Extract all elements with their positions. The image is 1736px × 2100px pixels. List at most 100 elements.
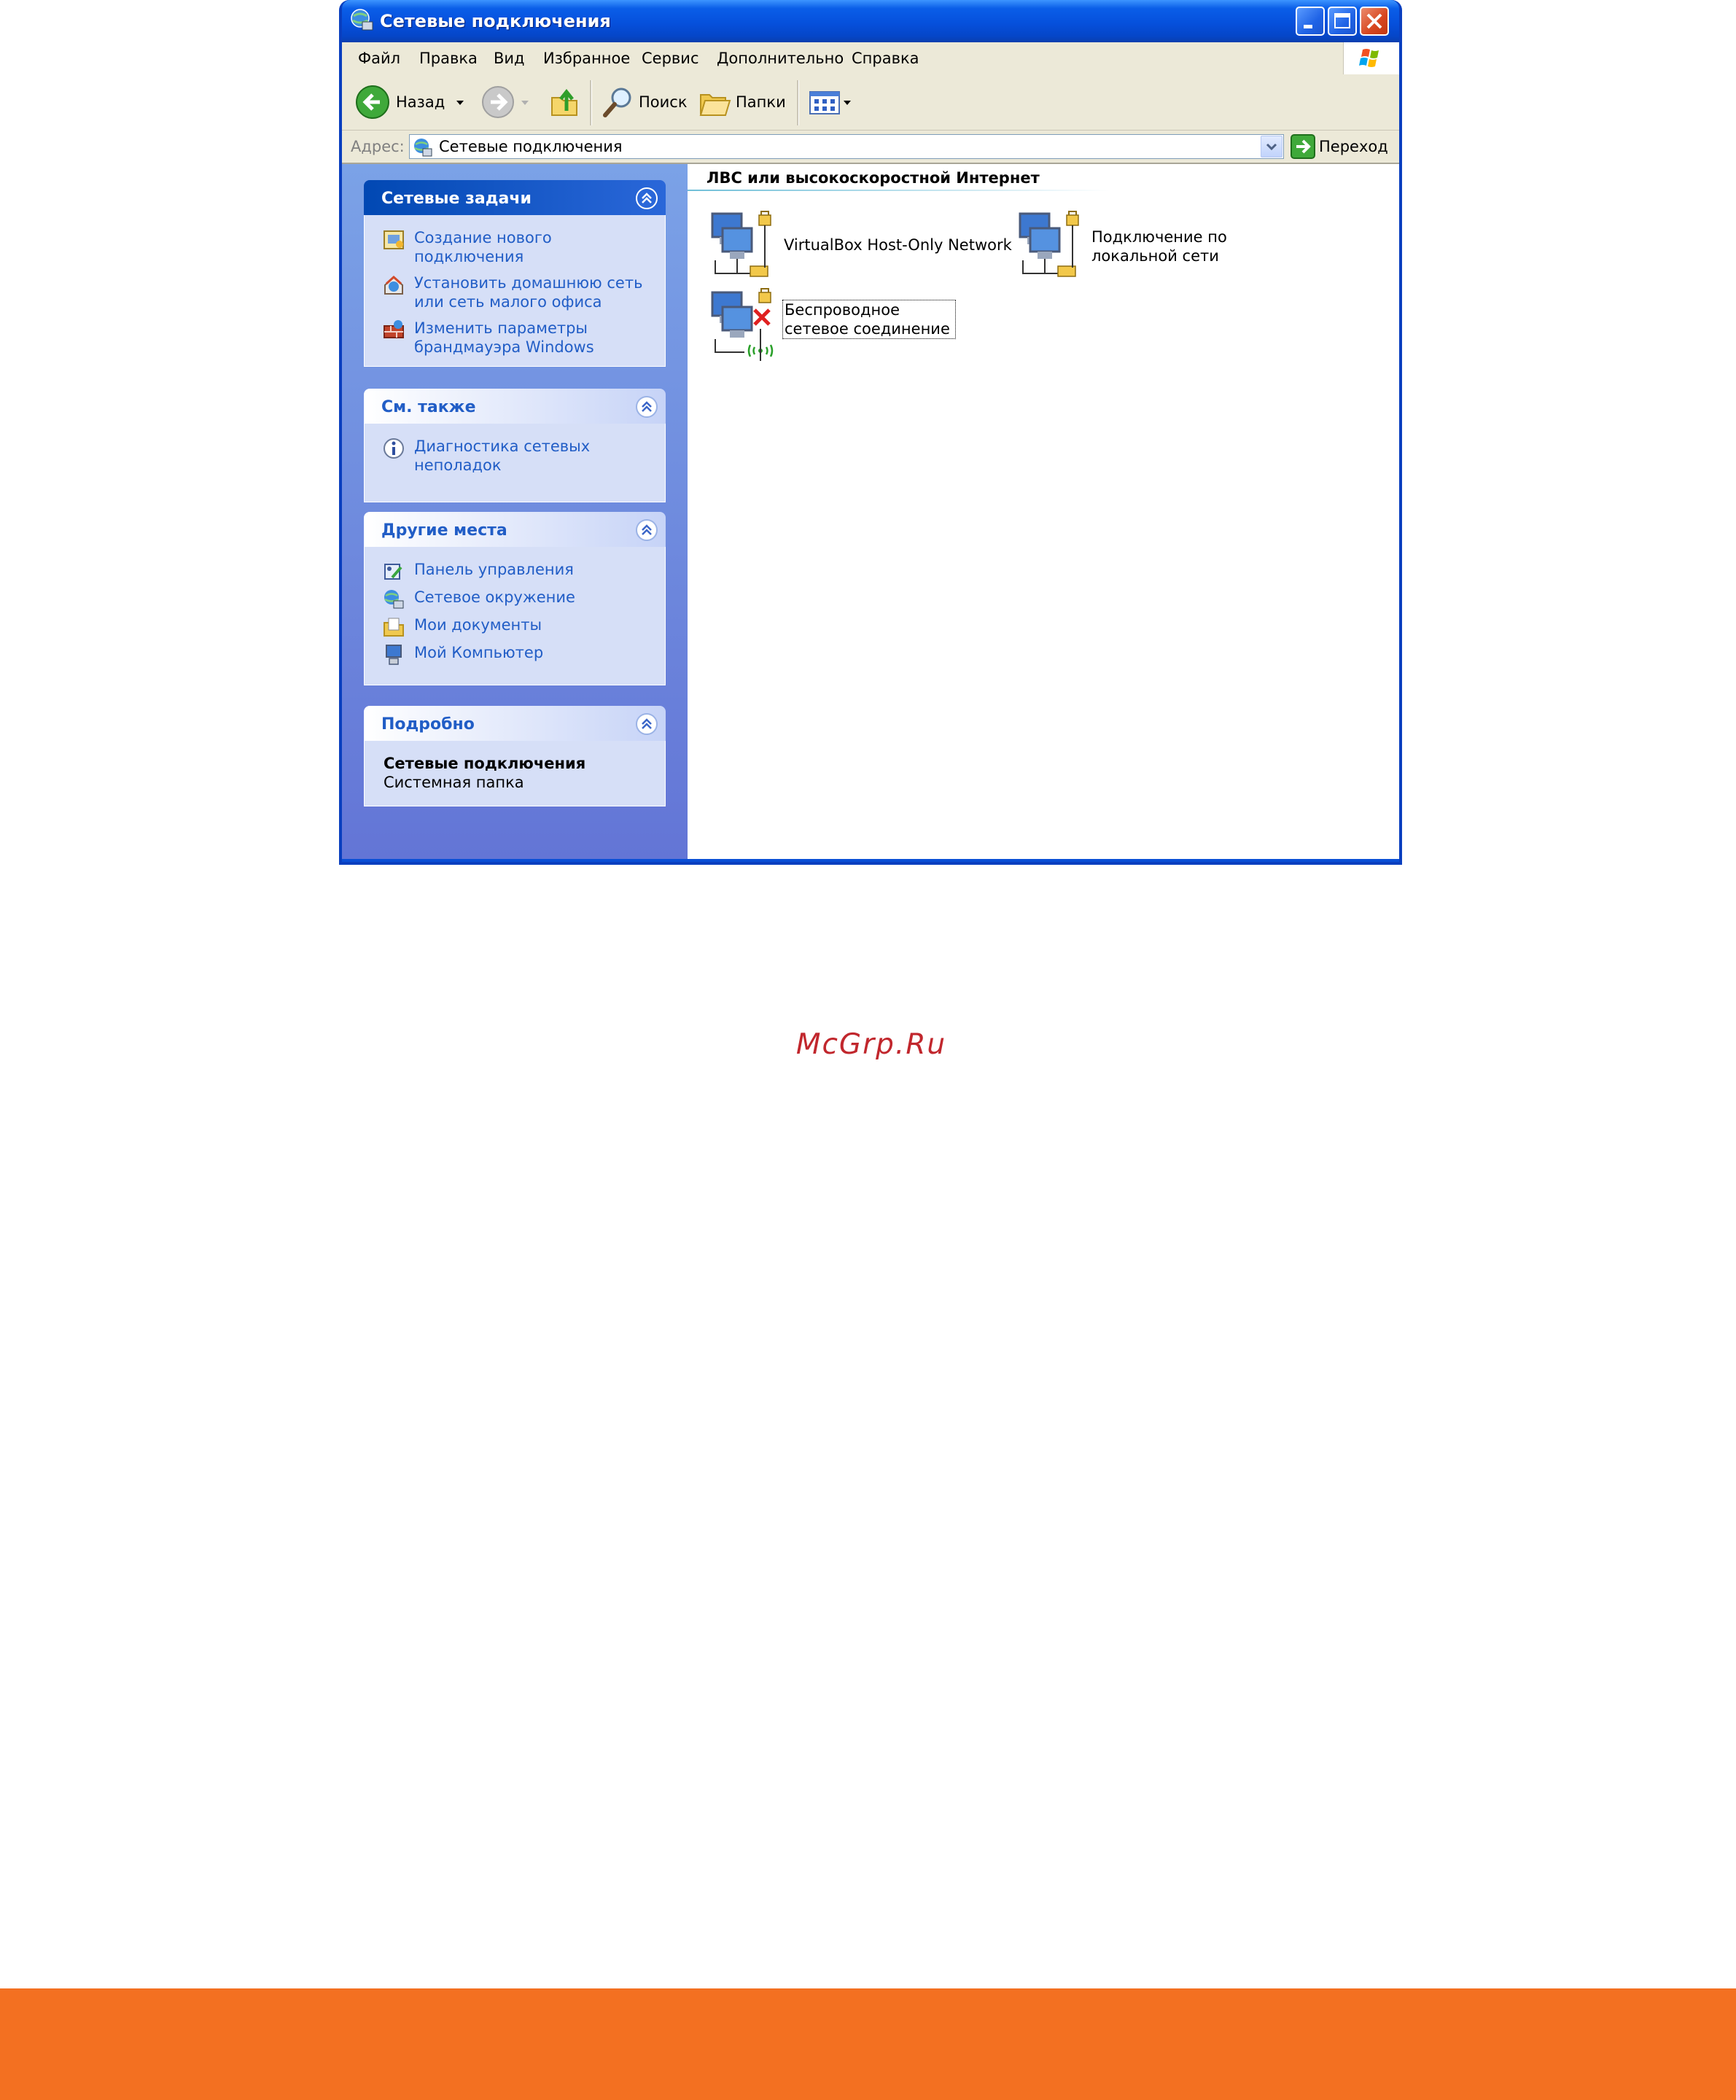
other-places-header[interactable]: Другие места bbox=[364, 512, 666, 547]
folders-button[interactable]: Папки bbox=[698, 82, 788, 122]
connection-wireless[interactable]: Беспроводное сетевое соединение bbox=[708, 288, 1014, 361]
network-places-icon bbox=[384, 590, 404, 609]
details-type: Системная папка bbox=[384, 774, 524, 791]
forward-button[interactable] bbox=[480, 82, 533, 122]
views-icon bbox=[809, 91, 851, 114]
menu-file[interactable]: Файл bbox=[358, 42, 400, 74]
address-label: Адрес: bbox=[351, 138, 405, 155]
connection-label-selected: Беспроводное сетевое соединение bbox=[782, 300, 956, 339]
views-button[interactable] bbox=[807, 82, 858, 122]
windows-flag-icon bbox=[1359, 49, 1379, 67]
title-bar[interactable]: Сетевые подключения bbox=[342, 0, 1399, 42]
details-title: Подробно bbox=[381, 715, 475, 734]
connection-local-area[interactable]: Подключение по локальной сети bbox=[1016, 209, 1358, 282]
close-button[interactable] bbox=[1360, 7, 1389, 36]
new-connection-icon bbox=[384, 230, 404, 249]
my-computer-icon bbox=[386, 645, 402, 665]
menu-view[interactable]: Вид bbox=[494, 42, 525, 74]
collapse-icon[interactable] bbox=[635, 395, 658, 419]
control-panel-label: Панель управления bbox=[414, 561, 574, 578]
group-divider bbox=[688, 190, 1110, 191]
network-tasks-title: Сетевые задачи bbox=[381, 190, 532, 208]
firewall-icon bbox=[384, 320, 404, 338]
menu-advanced[interactable]: Дополнительно bbox=[717, 42, 844, 74]
back-dropdown-icon[interactable] bbox=[453, 82, 467, 122]
search-button[interactable]: Поиск bbox=[601, 82, 688, 122]
address-bar: Адрес: Сетевые подключения Переход bbox=[342, 131, 1399, 164]
network-places-label: Сетевое окружение bbox=[414, 588, 575, 606]
see-also-title: См. также bbox=[381, 398, 476, 416]
see-also-panel: См. также Диагностика сетевых неполадок bbox=[364, 389, 666, 502]
other-places-body: Панель управления Сетевое окружение Мои … bbox=[364, 547, 666, 685]
connection-virtualbox[interactable]: VirtualBox Host-Only Network bbox=[708, 209, 1014, 282]
see-also-header[interactable]: См. также bbox=[364, 389, 666, 424]
back-label: Назад bbox=[396, 93, 445, 111]
chevron-down-icon bbox=[1266, 143, 1277, 151]
details-body: Сетевые подключения Системная папка bbox=[364, 741, 666, 806]
search-icon bbox=[603, 88, 631, 117]
folders-icon bbox=[699, 94, 731, 116]
toolbar-separator bbox=[590, 80, 592, 125]
connection-label: Подключение по локальной сети bbox=[1091, 228, 1227, 265]
menu-tools[interactable]: Сервис bbox=[642, 42, 698, 74]
close-icon bbox=[1366, 13, 1382, 29]
menu-help[interactable]: Справка bbox=[852, 42, 919, 74]
wireless-connection-disabled-icon bbox=[711, 288, 774, 361]
menu-bar: Файл Правка Вид Избранное Сервис Дополни… bbox=[342, 42, 1399, 75]
task-pane: Сетевые задачи Создание нового подключен… bbox=[342, 164, 688, 859]
back-arrow-icon bbox=[356, 85, 389, 119]
details-header[interactable]: Подробно bbox=[364, 706, 666, 741]
home-network-label: Установить домашнюю сеть или сеть малого… bbox=[414, 274, 643, 311]
other-places-panel: Другие места Панель управления Сетевое о… bbox=[364, 512, 666, 685]
control-panel-icon bbox=[384, 564, 402, 580]
lan-connection-icon bbox=[1019, 211, 1079, 277]
create-connection-label: Создание нового подключения bbox=[414, 229, 552, 265]
maximize-button[interactable] bbox=[1328, 7, 1357, 36]
home-network-link[interactable]: Установить домашнюю сеть или сеть малого… bbox=[365, 273, 665, 311]
network-tasks-panel: Сетевые задачи Создание нового подключен… bbox=[364, 180, 666, 367]
see-also-body: Диагностика сетевых неполадок bbox=[364, 424, 666, 502]
collapse-icon[interactable] bbox=[635, 187, 658, 210]
go-button[interactable]: Переход bbox=[1290, 131, 1388, 163]
search-label: Поиск bbox=[639, 93, 688, 111]
my-computer-link[interactable]: Мой Компьютер bbox=[365, 643, 665, 665]
content-area: ЛВС или высокоскоростной Интернет Virtua… bbox=[688, 164, 1399, 859]
network-tasks-header[interactable]: Сетевые задачи bbox=[364, 180, 666, 215]
network-diagnostics-link[interactable]: Диагностика сетевых неполадок bbox=[365, 437, 665, 475]
home-network-icon bbox=[384, 275, 403, 295]
folders-label: Папки bbox=[736, 93, 786, 111]
network-tasks-body: Создание нового подключения Установить д… bbox=[364, 215, 666, 367]
create-connection-link[interactable]: Создание нового подключения bbox=[365, 228, 665, 266]
toolbar-separator bbox=[797, 80, 799, 125]
collapse-icon[interactable] bbox=[635, 712, 658, 736]
up-folder-icon bbox=[551, 88, 577, 116]
my-documents-icon bbox=[384, 618, 404, 637]
firewall-settings-link[interactable]: Изменить параметры брандмауэра Windows bbox=[365, 319, 665, 357]
network-places-link[interactable]: Сетевое окружение bbox=[365, 588, 665, 609]
details-name: Сетевые подключения bbox=[384, 755, 586, 772]
info-icon bbox=[384, 438, 404, 459]
group-header: ЛВС или высокоскоростной Интернет bbox=[707, 169, 1040, 187]
explorer-window: Сетевые подключения Файл Правка Вид Избр… bbox=[339, 0, 1402, 865]
menu-favorites[interactable]: Избранное bbox=[543, 42, 630, 74]
control-panel-link[interactable]: Панель управления bbox=[365, 560, 665, 580]
firewall-settings-label: Изменить параметры брандмауэра Windows bbox=[414, 319, 594, 356]
network-connections-icon bbox=[414, 139, 432, 157]
network-diagnostics-label: Диагностика сетевых неполадок bbox=[414, 438, 591, 474]
connection-label: VirtualBox Host-Only Network bbox=[784, 236, 1012, 254]
go-label: Переход bbox=[1319, 138, 1388, 155]
minimize-button[interactable] bbox=[1296, 7, 1325, 36]
minimize-icon bbox=[1304, 25, 1312, 28]
collapse-icon[interactable] bbox=[635, 518, 658, 542]
up-folder-button[interactable] bbox=[548, 82, 584, 122]
menu-edit[interactable]: Правка bbox=[419, 42, 478, 74]
back-button[interactable]: Назад bbox=[355, 82, 457, 122]
go-arrow-icon bbox=[1291, 134, 1315, 159]
details-panel: Подробно Сетевые подключения Системная п… bbox=[364, 706, 666, 806]
address-value: Сетевые подключения bbox=[439, 138, 623, 155]
my-documents-link[interactable]: Мои документы bbox=[365, 615, 665, 637]
address-input[interactable]: Сетевые подключения bbox=[409, 134, 1284, 159]
address-dropdown-button[interactable] bbox=[1261, 136, 1282, 158]
toolbar: Назад Поиск Папки bbox=[342, 74, 1399, 131]
window-title: Сетевые подключения bbox=[380, 11, 611, 31]
